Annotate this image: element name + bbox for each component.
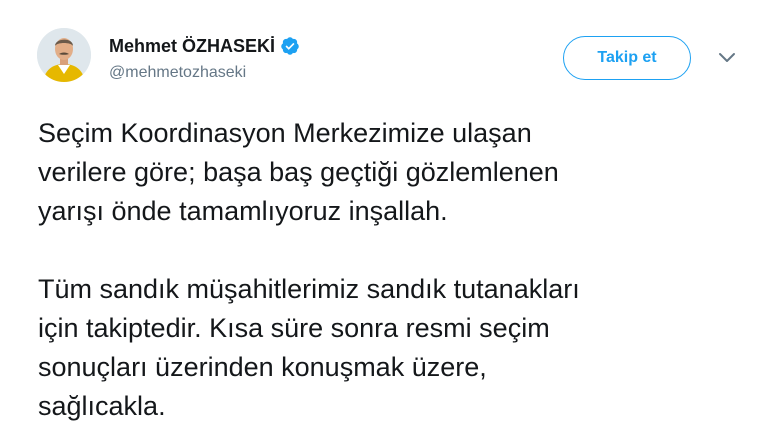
author-display-name[interactable]: Mehmet ÖZHASEKİ <box>109 36 275 57</box>
author-avatar[interactable] <box>37 28 91 82</box>
profile-photo-icon <box>37 28 91 82</box>
author-name-row[interactable]: Mehmet ÖZHASEKİ <box>109 35 300 57</box>
author-handle[interactable]: @mehmetozhaseki <box>109 64 246 82</box>
tweet-paragraph-2: Tüm sandık müşahitlerimiz sandık tutanak… <box>38 274 580 421</box>
verified-badge-icon <box>281 37 299 55</box>
chevron-down-icon[interactable] <box>718 52 736 64</box>
tweet-card: Mehmet ÖZHASEKİ @mehmetozhaseki Takip et… <box>0 0 771 441</box>
tweet-paragraph-1: Seçim Koordinasyon Merkezimize ulaşan ve… <box>38 118 559 226</box>
tweet-text: Seçim Koordinasyon Merkezimize ulaşan ve… <box>38 114 758 426</box>
follow-button[interactable]: Takip et <box>563 36 691 80</box>
